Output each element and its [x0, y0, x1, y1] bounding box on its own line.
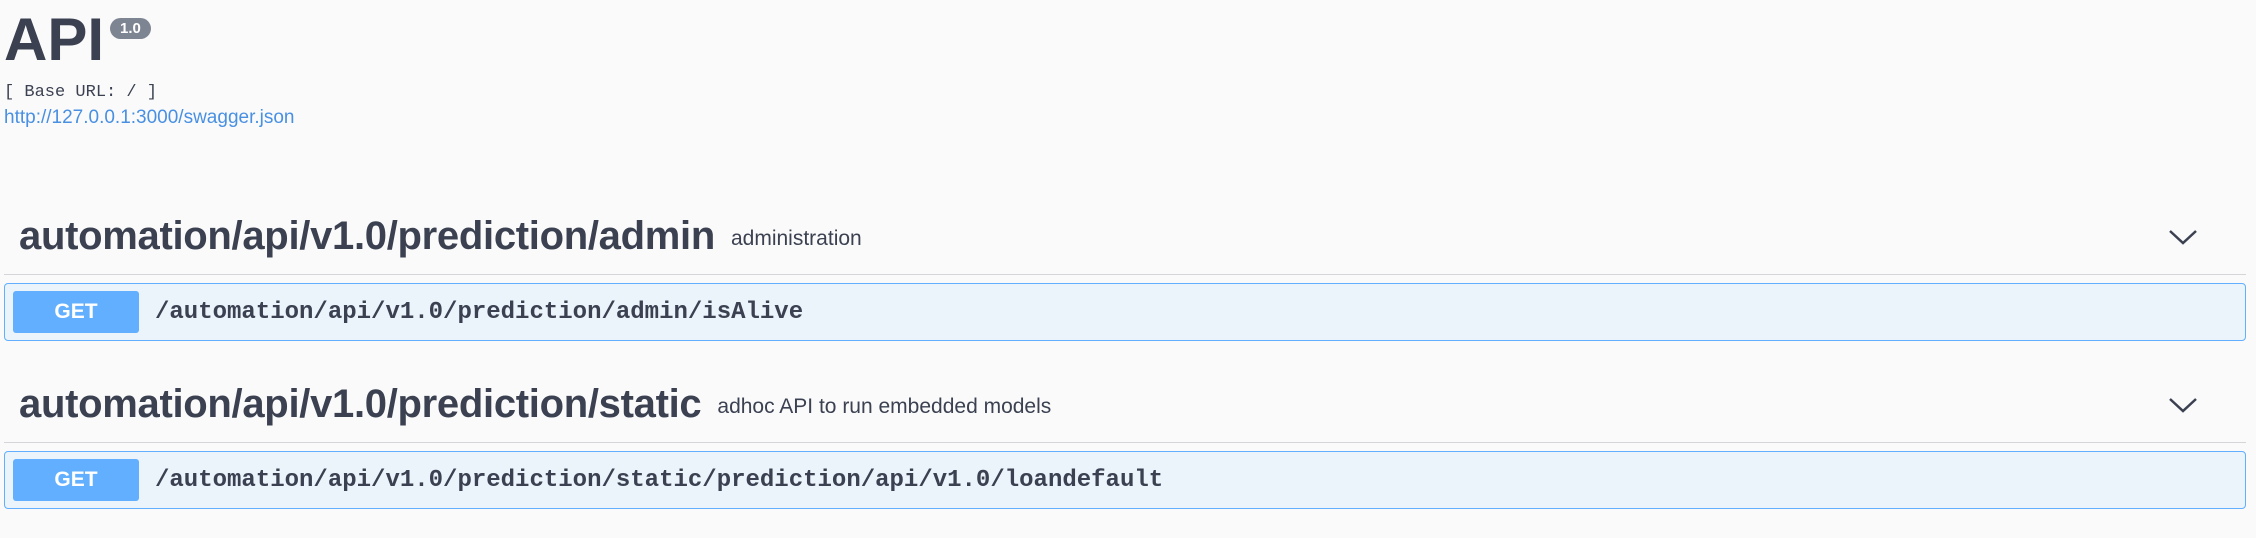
method-badge-get: GET [13, 459, 139, 501]
tag-section-static: automation/api/v1.0/prediction/static ad… [4, 366, 2246, 509]
api-info: API 1.0 [ Base URL: / ] http://127.0.0.1… [4, 10, 295, 129]
tag-description: administration [730, 227, 862, 250]
tag-section-admin: automation/api/v1.0/prediction/admin adm… [4, 198, 2246, 341]
chevron-down-icon[interactable] [2168, 222, 2198, 252]
tag-header-static[interactable]: automation/api/v1.0/prediction/static ad… [4, 366, 2246, 443]
chevron-down-icon[interactable] [2168, 390, 2198, 420]
operation-get-loandefault[interactable]: GET /automation/api/v1.0/prediction/stat… [4, 451, 2246, 509]
tag-name: automation/api/v1.0/prediction/static [19, 381, 702, 426]
title-row: API 1.0 [4, 10, 295, 70]
base-url: [ Base URL: / ] [4, 83, 158, 102]
operation-get-isalive[interactable]: GET /automation/api/v1.0/prediction/admi… [4, 283, 2246, 341]
tag-header-admin[interactable]: automation/api/v1.0/prediction/admin adm… [4, 198, 2246, 275]
swagger-json-link[interactable]: http://127.0.0.1:3000/swagger.json [4, 107, 295, 129]
method-badge-get: GET [13, 291, 139, 333]
version-badge: 1.0 [110, 18, 151, 39]
operation-path: /automation/api/v1.0/prediction/static/p… [155, 466, 1164, 494]
page-title: API [4, 6, 105, 73]
tag-name: automation/api/v1.0/prediction/admin [19, 213, 715, 258]
operation-path: /automation/api/v1.0/prediction/admin/is… [155, 298, 804, 326]
tag-description: adhoc API to run embedded models [717, 395, 1052, 418]
